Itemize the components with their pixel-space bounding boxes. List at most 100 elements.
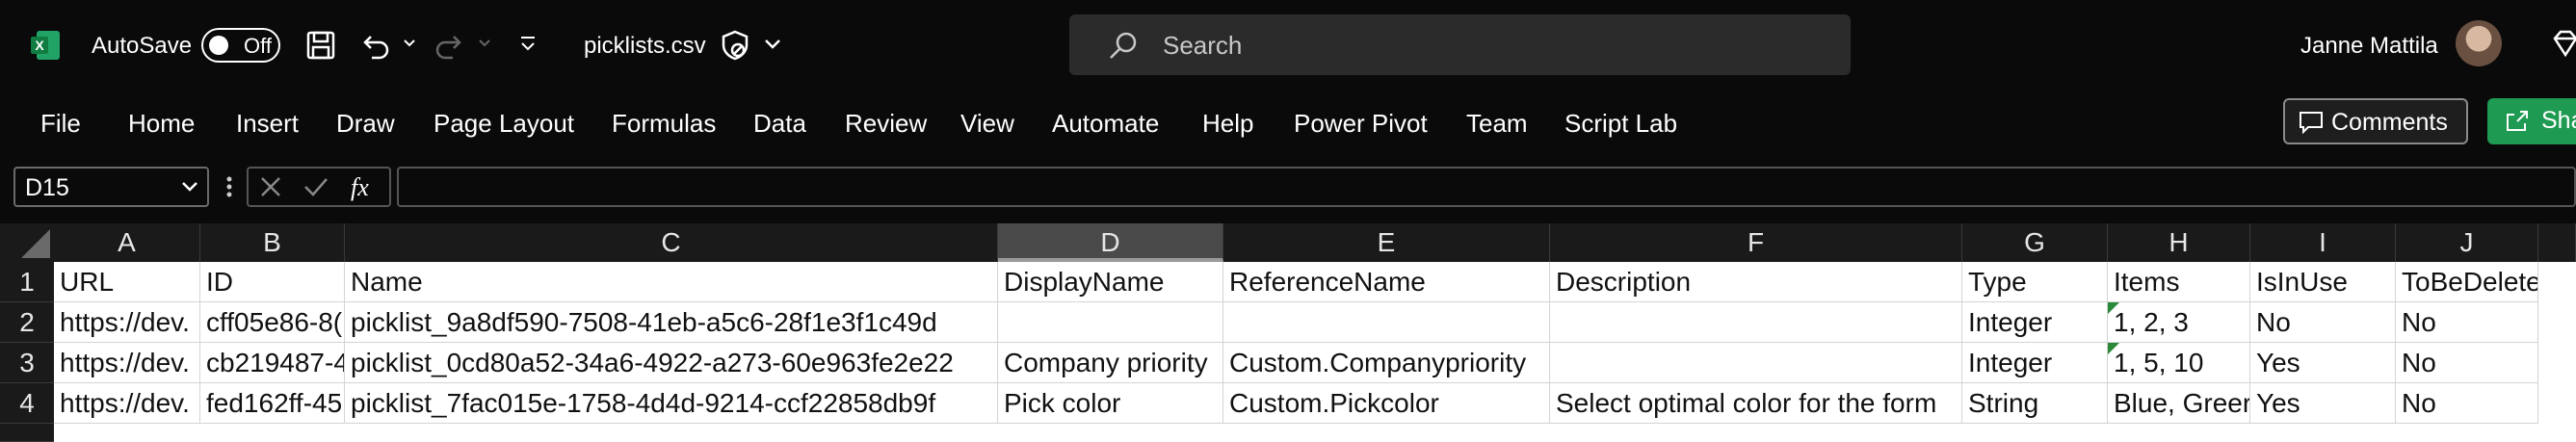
cell-d1[interactable]: DisplayName bbox=[998, 262, 1223, 302]
cell-d3[interactable]: Company priority bbox=[998, 343, 1223, 383]
redo-icon[interactable] bbox=[434, 29, 466, 66]
undo-icon[interactable] bbox=[358, 29, 391, 66]
save-icon[interactable] bbox=[304, 29, 337, 66]
formula-input[interactable] bbox=[397, 167, 2576, 207]
insert-function-icon[interactable]: fx bbox=[349, 172, 381, 206]
row-header-2[interactable]: 2 bbox=[0, 302, 54, 343]
cell-i3[interactable]: Yes bbox=[2250, 343, 2396, 383]
autosave-toggle[interactable]: Off bbox=[201, 28, 280, 63]
cell-h2[interactable]: 1, 2, 3 bbox=[2108, 302, 2250, 343]
row-header-1[interactable]: 1 bbox=[0, 262, 54, 302]
column-header-g[interactable]: G bbox=[1962, 223, 2108, 262]
tab-formulas[interactable]: Formulas bbox=[612, 109, 716, 139]
cell-i4[interactable]: Yes bbox=[2250, 383, 2396, 424]
cell-c3[interactable]: picklist_0cd80a52-34a6-4922-a273-60e963f… bbox=[345, 343, 998, 383]
column-header-f[interactable]: F bbox=[1550, 223, 1962, 262]
cell-e1[interactable]: ReferenceName bbox=[1223, 262, 1550, 302]
tab-data[interactable]: Data bbox=[753, 109, 806, 139]
tab-power-pivot[interactable]: Power Pivot bbox=[1294, 109, 1428, 139]
cell-d2[interactable] bbox=[998, 302, 1223, 343]
cell-f1[interactable]: Description bbox=[1550, 262, 1962, 302]
name-box-chevron-icon[interactable] bbox=[181, 180, 198, 198]
cell-a4[interactable]: https://dev. bbox=[54, 383, 200, 424]
tab-team[interactable]: Team bbox=[1466, 109, 1528, 139]
search-box[interactable]: Search bbox=[1069, 14, 1851, 75]
cell-c4[interactable]: picklist_7fac015e-1758-4d4d-9214-ccf2285… bbox=[345, 383, 998, 424]
formula-actions: fx bbox=[247, 167, 391, 207]
error-indicator-icon[interactable] bbox=[2108, 302, 2119, 314]
excel-logo-icon: X bbox=[29, 29, 62, 62]
cell-a2[interactable]: https://dev. bbox=[54, 302, 200, 343]
premium-diamond-icon[interactable] bbox=[2549, 27, 2576, 65]
customize-quick-access-icon[interactable] bbox=[518, 35, 538, 59]
file-name[interactable]: picklists.csv bbox=[584, 33, 706, 60]
column-header-c[interactable]: C bbox=[345, 223, 998, 262]
cell-h1[interactable]: Items bbox=[2108, 262, 2250, 302]
cell-g1[interactable]: Type bbox=[1962, 262, 2108, 302]
user-name[interactable]: Janne Mattila bbox=[2300, 33, 2438, 60]
comments-button[interactable]: Comments bbox=[2283, 98, 2468, 144]
column-header-h[interactable]: H bbox=[2108, 223, 2250, 262]
cell-j2[interactable]: No bbox=[2396, 302, 2538, 343]
name-box[interactable]: D15 bbox=[13, 167, 209, 207]
column-header-a[interactable]: A bbox=[54, 223, 200, 262]
tab-view[interactable]: View bbox=[960, 109, 1014, 139]
cell-i2[interactable]: No bbox=[2250, 302, 2396, 343]
cell-b2[interactable]: cff05e86-8( bbox=[200, 302, 345, 343]
select-all-corner[interactable] bbox=[0, 223, 54, 262]
tab-draw[interactable]: Draw bbox=[336, 109, 395, 139]
cancel-icon[interactable] bbox=[258, 174, 283, 204]
tab-review[interactable]: Review bbox=[845, 109, 927, 139]
tab-home[interactable]: Home bbox=[128, 109, 195, 139]
redo-dropdown-icon[interactable] bbox=[478, 37, 491, 55]
cell-e3[interactable]: Custom.Companypriority bbox=[1223, 343, 1550, 383]
cell-f4[interactable]: Select optimal color for the form bbox=[1550, 383, 1962, 424]
cell-b4[interactable]: fed162ff-45 bbox=[200, 383, 345, 424]
cell-f3[interactable] bbox=[1550, 343, 1962, 383]
column-header-e[interactable]: E bbox=[1223, 223, 1550, 262]
cell-i1[interactable]: IsInUse bbox=[2250, 262, 2396, 302]
comments-label: Comments bbox=[2331, 109, 2448, 136]
cell-d4[interactable]: Pick color bbox=[998, 383, 1223, 424]
cell-c2[interactable]: picklist_9a8df590-7508-41eb-a5c6-28f1e3f… bbox=[345, 302, 998, 343]
cell-c1[interactable]: Name bbox=[345, 262, 998, 302]
column-header-j[interactable]: J bbox=[2396, 223, 2538, 262]
row-header-4[interactable]: 4 bbox=[0, 383, 54, 424]
cell-g4[interactable]: String bbox=[1962, 383, 2108, 424]
formula-bar-more-icon[interactable] bbox=[225, 173, 233, 205]
column-header-k[interactable] bbox=[2538, 223, 2576, 262]
cell-g2[interactable]: Integer bbox=[1962, 302, 2108, 343]
row-header-3[interactable]: 3 bbox=[0, 343, 54, 383]
avatar[interactable] bbox=[2456, 20, 2502, 66]
cell-g3[interactable]: Integer bbox=[1962, 343, 2108, 383]
enter-icon[interactable] bbox=[302, 174, 329, 204]
cell-a3[interactable]: https://dev. bbox=[54, 343, 200, 383]
cell-j4[interactable]: No bbox=[2396, 383, 2538, 424]
cell-j1[interactable]: ToBeDeleted bbox=[2396, 262, 2538, 302]
cell-j3[interactable]: No bbox=[2396, 343, 2538, 383]
tab-help[interactable]: Help bbox=[1202, 109, 1253, 139]
tab-insert[interactable]: Insert bbox=[236, 109, 299, 139]
tab-automate[interactable]: Automate bbox=[1052, 109, 1159, 139]
tab-page-layout[interactable]: Page Layout bbox=[434, 109, 574, 139]
undo-dropdown-icon[interactable] bbox=[403, 37, 416, 55]
share-button[interactable]: Share bbox=[2487, 98, 2576, 144]
error-indicator-icon[interactable] bbox=[2108, 343, 2119, 354]
tab-file[interactable]: File bbox=[40, 109, 81, 139]
column-header-i[interactable]: I bbox=[2250, 223, 2396, 262]
sensitivity-icon[interactable] bbox=[719, 29, 751, 66]
cell-e2[interactable] bbox=[1223, 302, 1550, 343]
tab-script-lab[interactable]: Script Lab bbox=[1564, 109, 1677, 139]
file-options-chevron-icon[interactable] bbox=[763, 37, 782, 57]
cell-e4[interactable]: Custom.Pickcolor bbox=[1223, 383, 1550, 424]
cell-h3[interactable]: 1, 5, 10 bbox=[2108, 343, 2250, 383]
column-header-b[interactable]: B bbox=[200, 223, 345, 262]
cell-a1[interactable]: URL bbox=[54, 262, 200, 302]
cell-f2[interactable] bbox=[1550, 302, 1962, 343]
cell-h4[interactable]: Blue, Greer bbox=[2108, 383, 2250, 424]
cell-b1[interactable]: ID bbox=[200, 262, 345, 302]
row-header-5[interactable] bbox=[0, 424, 54, 442]
cell-b3[interactable]: cb219487-4 bbox=[200, 343, 345, 383]
autosave-state: Off bbox=[244, 34, 272, 58]
column-header-d[interactable]: D bbox=[998, 223, 1223, 262]
